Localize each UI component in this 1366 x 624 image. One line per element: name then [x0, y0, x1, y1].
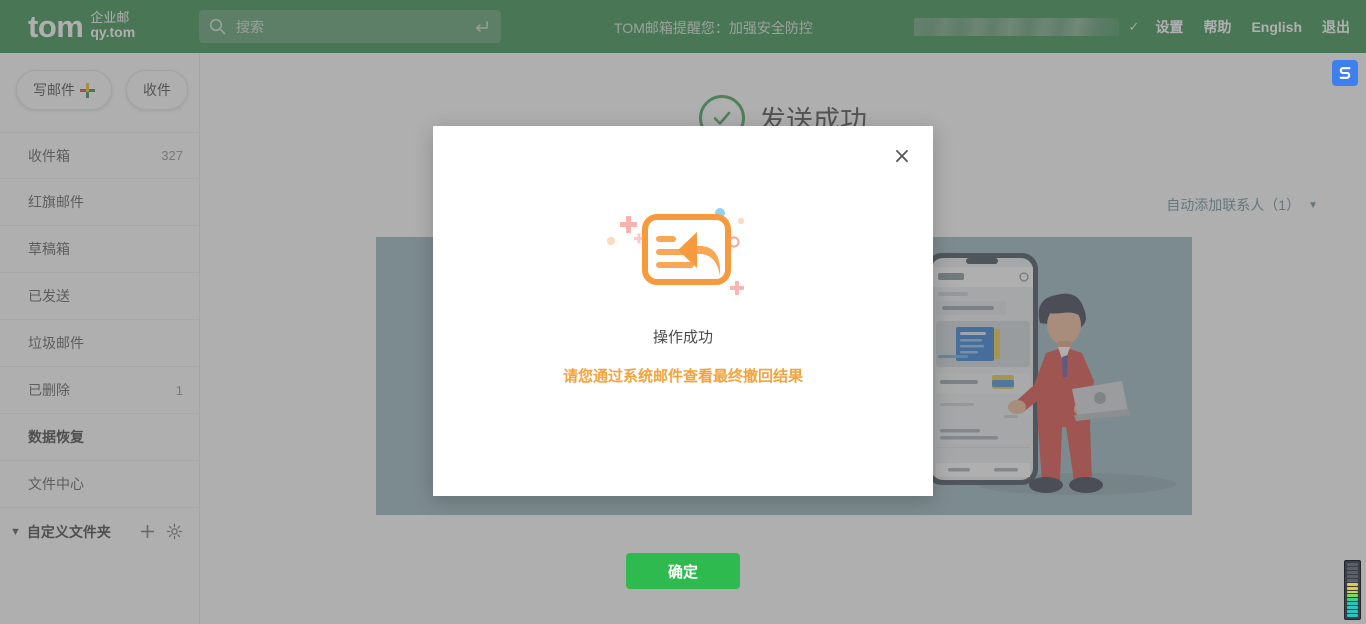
- operation-success-modal: × 操作成功 请您通过系统邮件查看最终撤回结果 确定: [433, 126, 933, 589]
- mail-recall-icon: [606, 208, 745, 295]
- browser-extension-icon[interactable]: [1332, 60, 1358, 86]
- modal-icon-wrap: [433, 194, 933, 314]
- level-meter-icon[interactable]: [1344, 560, 1361, 620]
- modal-submessage: 请您通过系统邮件查看最终撤回结果: [562, 368, 803, 385]
- close-icon[interactable]: ×: [889, 144, 915, 170]
- modal-message: 操作成功: [652, 329, 713, 346]
- confirm-button[interactable]: 确定: [626, 553, 740, 589]
